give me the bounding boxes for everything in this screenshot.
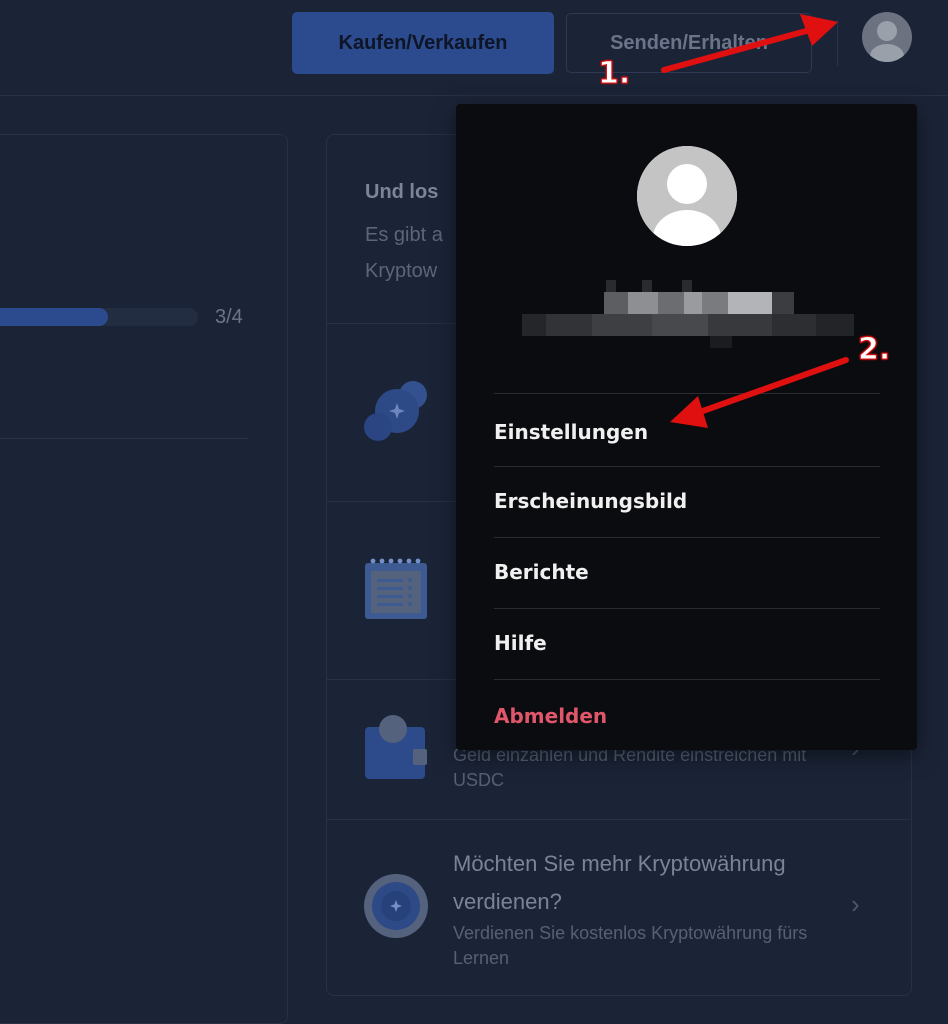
arrow-to-settings xyxy=(697,357,849,415)
annotation-arrows xyxy=(661,14,849,428)
arrow-head-2 xyxy=(670,396,708,428)
arrow-to-avatar xyxy=(661,27,813,73)
annotation-step-1: 1. xyxy=(597,56,631,92)
annotation-step-2: 2. xyxy=(857,332,891,368)
